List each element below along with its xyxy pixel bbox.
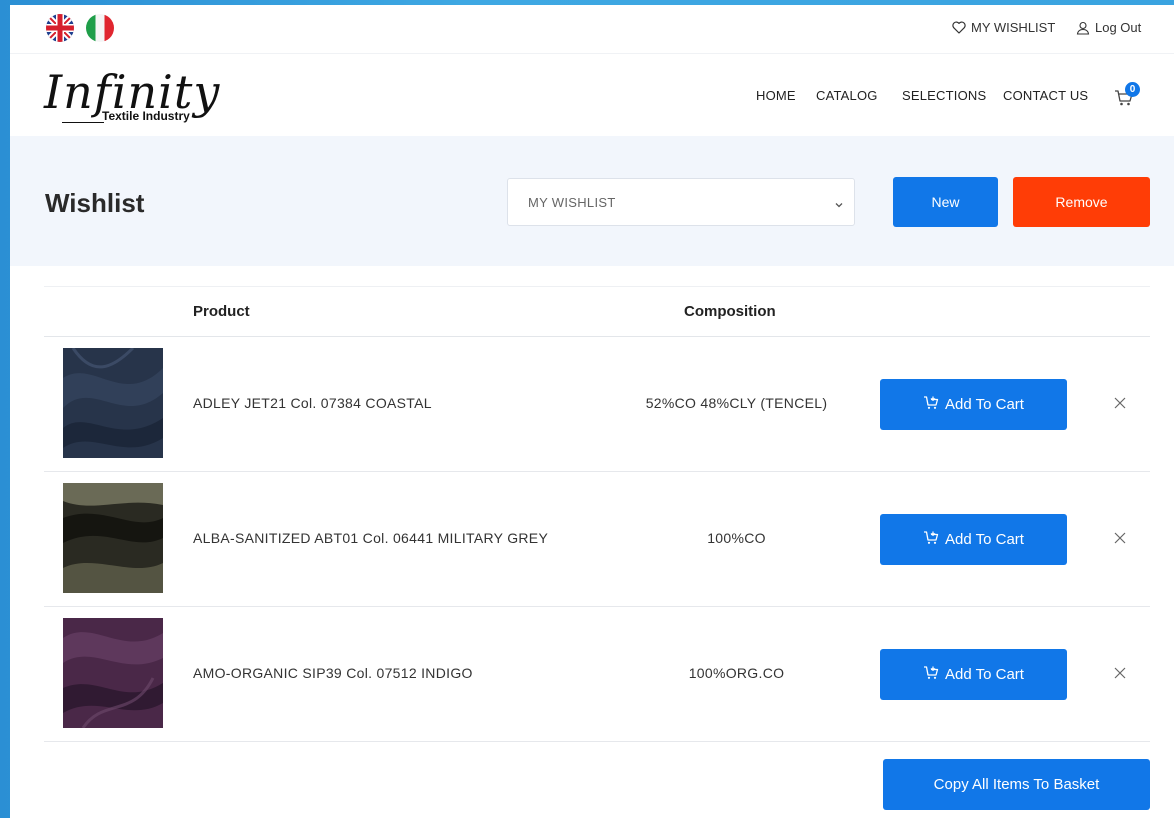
product-image[interactable] bbox=[63, 348, 163, 458]
product-column-header: Product bbox=[193, 303, 250, 320]
new-wishlist-button[interactable]: New bbox=[893, 177, 998, 227]
page: MY WISHLIST Log Out Infinity Textile Ind… bbox=[10, 5, 1174, 818]
user-icon bbox=[1076, 21, 1090, 35]
product-name: AMO-ORGANIC SIP39 Col. 07512 INDIGO bbox=[193, 665, 473, 681]
heart-icon bbox=[952, 21, 966, 34]
italy-flag-icon[interactable] bbox=[86, 14, 114, 42]
top-bar: MY WISHLIST Log Out bbox=[10, 5, 1174, 54]
my-wishlist-link[interactable]: MY WISHLIST bbox=[952, 20, 1055, 35]
logo-underline bbox=[62, 122, 104, 123]
table-row: ALBA-SANITIZED ABT01 Col. 06441 MILITARY… bbox=[44, 471, 1150, 607]
table-row: AMO-ORGANIC SIP39 Col. 07512 INDIGO 100%… bbox=[44, 606, 1150, 742]
copy-all-to-basket-button[interactable]: Copy All Items To Basket bbox=[883, 759, 1150, 810]
cart-plus-icon bbox=[923, 395, 939, 414]
nav-contact-us[interactable]: CONTACT US bbox=[1003, 88, 1088, 103]
cart-plus-icon bbox=[923, 665, 939, 684]
logout-link[interactable]: Log Out bbox=[1076, 20, 1141, 35]
composition-column-header: Composition bbox=[684, 303, 776, 320]
cart-plus-icon bbox=[923, 530, 939, 549]
add-to-cart-label: Add To Cart bbox=[945, 531, 1024, 548]
uk-flag-icon[interactable] bbox=[46, 14, 74, 42]
close-icon[interactable] bbox=[1111, 529, 1129, 547]
product-composition: 100%ORG.CO bbox=[688, 665, 785, 681]
page-title: Wishlist bbox=[45, 188, 145, 218]
add-to-cart-label: Add To Cart bbox=[945, 666, 1024, 683]
table-row: ADLEY JET21 Col. 07384 COASTAL 52%CO 48%… bbox=[44, 336, 1150, 472]
add-to-cart-label: Add To Cart bbox=[945, 396, 1024, 413]
logo[interactable]: Infinity Textile Industry bbox=[44, 65, 244, 131]
table-header: Product Composition bbox=[44, 286, 1150, 337]
logout-label: Log Out bbox=[1095, 20, 1142, 35]
nav-selections[interactable]: SELECTIONS bbox=[902, 88, 986, 103]
product-image[interactable] bbox=[63, 618, 163, 728]
product-composition: 100%CO bbox=[707, 530, 766, 546]
wishlist-select[interactable]: MY WISHLIST bbox=[507, 178, 855, 226]
my-wishlist-label: MY WISHLIST bbox=[971, 20, 1056, 35]
logo-subtitle: Textile Industry bbox=[102, 109, 190, 123]
nav-catalog[interactable]: CATALOG bbox=[816, 88, 878, 103]
add-to-cart-button[interactable]: Add To Cart bbox=[880, 649, 1067, 700]
wishlist-select-value: MY WISHLIST bbox=[528, 195, 616, 210]
chevron-down-icon bbox=[834, 197, 844, 215]
wishlist-toolbar: Wishlist MY WISHLIST New Remove bbox=[10, 136, 1174, 266]
product-name: ALBA-SANITIZED ABT01 Col. 06441 MILITARY… bbox=[193, 530, 549, 546]
product-composition: 52%CO 48%CLY (TENCEL) bbox=[645, 395, 828, 411]
add-to-cart-button[interactable]: Add To Cart bbox=[880, 379, 1067, 430]
remove-wishlist-button[interactable]: Remove bbox=[1013, 177, 1150, 227]
add-to-cart-button[interactable]: Add To Cart bbox=[880, 514, 1067, 565]
close-icon[interactable] bbox=[1111, 394, 1129, 412]
product-name: ADLEY JET21 Col. 07384 COASTAL bbox=[193, 395, 432, 411]
cart-button[interactable]: 0 bbox=[1114, 82, 1144, 109]
product-image[interactable] bbox=[63, 483, 163, 593]
nav-home[interactable]: HOME bbox=[756, 88, 796, 103]
close-icon[interactable] bbox=[1111, 664, 1129, 682]
cart-count-badge: 0 bbox=[1125, 82, 1140, 97]
